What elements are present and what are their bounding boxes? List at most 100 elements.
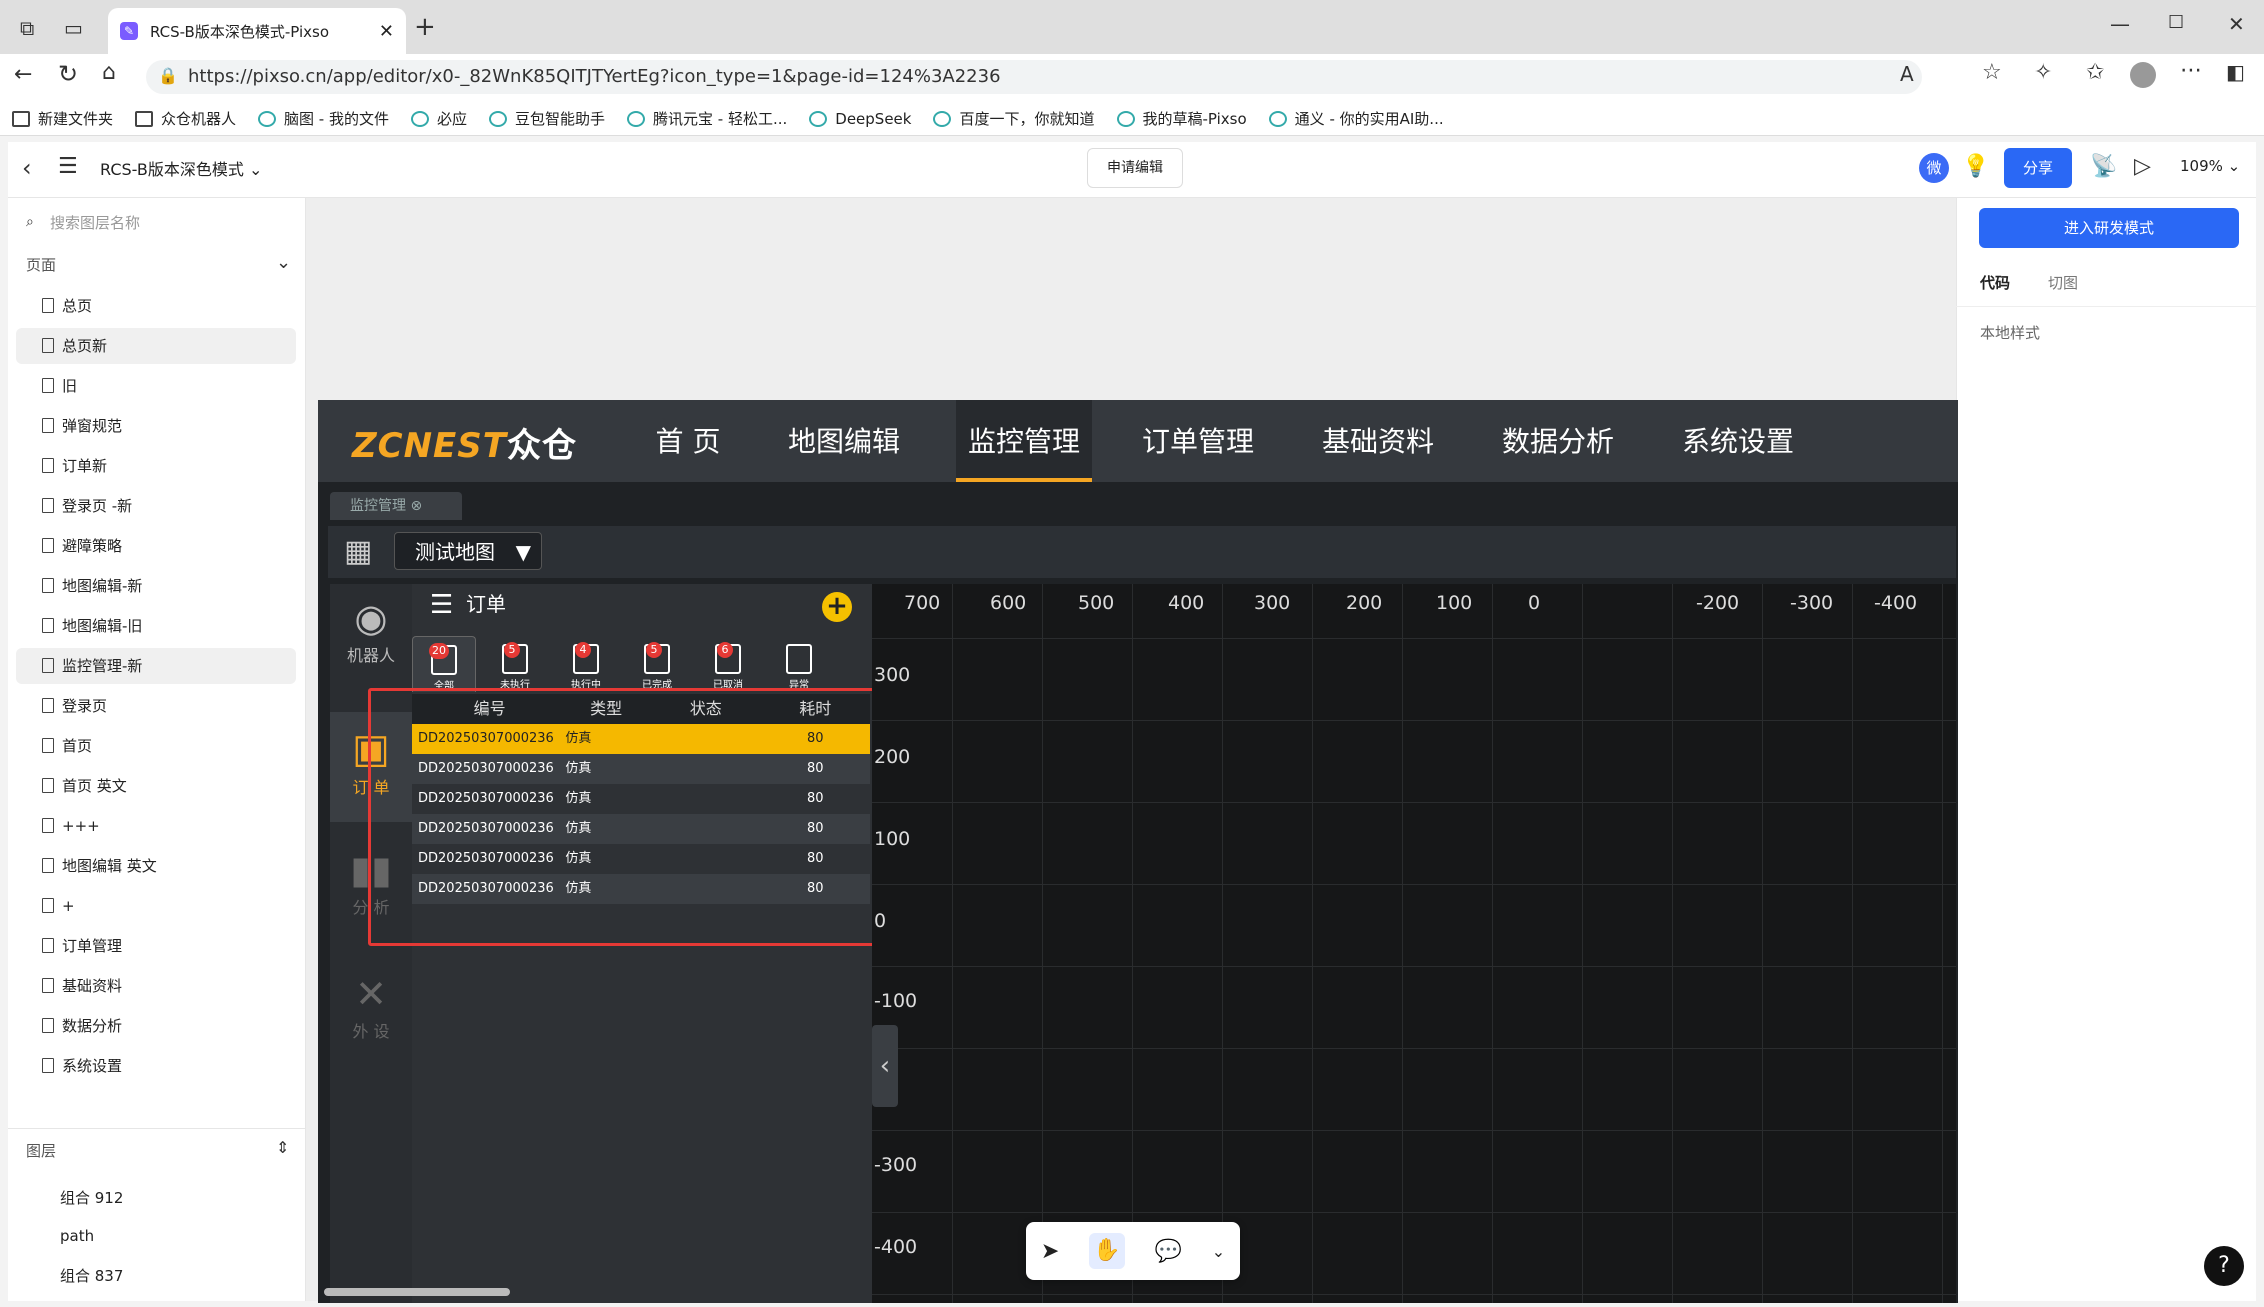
sidebar-toggle-icon[interactable]: ◧: [2226, 60, 2245, 84]
map-select[interactable]: 测试地图 ▼: [394, 532, 542, 570]
x-tick-label: 400: [1168, 592, 1205, 614]
bookmark-item[interactable]: 豆包智能助手: [489, 108, 605, 129]
map-grid[interactable]: 700 600 500 400 300 200 100 0 -200 -300 -400 300 200…: [872, 584, 1956, 1303]
favorite-star-icon[interactable]: ☆: [1982, 60, 2002, 85]
y-tick-label: 0: [874, 910, 887, 932]
reader-icon[interactable]: A: [1900, 62, 1914, 86]
monitor-tab[interactable]: 监控管理 ⊗: [330, 492, 462, 520]
order-filter-tab[interactable]: 异常: [767, 636, 831, 692]
page-item[interactable]: 总页新: [16, 328, 296, 364]
layer-item[interactable]: 组合 837: [16, 1258, 296, 1294]
chevron-down-icon[interactable]: ⌄: [276, 252, 291, 273]
bulb-icon[interactable]: 💡: [1962, 154, 1989, 179]
page-item[interactable]: 弹窗规范: [16, 408, 296, 444]
page-item[interactable]: 地图编辑-新: [16, 568, 296, 604]
bookmark-item[interactable]: 通义 - 你的实用AI助...: [1268, 108, 1444, 129]
comment-icon[interactable]: 💬: [1155, 1239, 1182, 1264]
bookmark-item[interactable]: DeepSeek: [809, 110, 911, 128]
order-filter-tab[interactable]: 5 已完成: [625, 636, 689, 692]
bookmark-item[interactable]: 必应: [410, 108, 467, 129]
chevron-down-icon[interactable]: ⌄: [1212, 1242, 1225, 1261]
layer-item[interactable]: 组合 912: [16, 1180, 296, 1216]
nav-item[interactable]: 地图编辑: [782, 400, 906, 482]
favorites-icon[interactable]: ✩: [2086, 60, 2104, 85]
collapse-panel-button[interactable]: ‹: [872, 1025, 898, 1107]
bookmark-item[interactable]: 脑图 - 我的文件: [258, 108, 389, 129]
extensions-icon[interactable]: ✧: [2034, 60, 2052, 85]
profile-avatar[interactable]: [2130, 62, 2156, 88]
page-item[interactable]: 地图编辑-旧: [16, 608, 296, 644]
file-name-dropdown[interactable]: RCS-B版本深色模式 ⌄: [100, 156, 262, 180]
page-item[interactable]: 数据分析: [16, 1008, 296, 1044]
maximize-icon[interactable]: ☐: [2168, 12, 2184, 33]
dev-mode-button[interactable]: 进入研发模式: [1979, 208, 2239, 248]
page-item[interactable]: 订单管理: [16, 928, 296, 964]
bookmark-item[interactable]: 众仓机器人: [135, 108, 236, 129]
page-item[interactable]: 基础资料: [16, 968, 296, 1004]
back-arrow-icon[interactable]: ‹: [22, 154, 32, 182]
nav-item[interactable]: 监控管理: [956, 400, 1092, 482]
close-circle-icon[interactable]: ⊗: [410, 498, 422, 514]
pointer-icon[interactable]: ➤: [1041, 1239, 1059, 1264]
address-bar[interactable]: https://pixso.cn/app/editor/x0-_82WnK85Q…: [146, 60, 1922, 94]
page-item[interactable]: 首页 英文: [16, 768, 296, 804]
page-item[interactable]: 避障策略: [16, 528, 296, 564]
order-filter-tab[interactable]: 5 未执行: [483, 636, 547, 692]
help-button[interactable]: ?: [2204, 1246, 2244, 1286]
page-item[interactable]: 地图编辑 英文: [16, 848, 296, 884]
page-item[interactable]: 登录页 -新: [16, 488, 296, 524]
order-filter-tab[interactable]: 20 全部: [412, 636, 476, 692]
more-menu-icon[interactable]: ⋯: [2180, 58, 2202, 83]
new-tab-icon[interactable]: +: [414, 12, 436, 42]
minimize-icon[interactable]: —: [2110, 12, 2130, 36]
order-filter-tab[interactable]: 6 已取消: [696, 636, 760, 692]
page-item[interactable]: 旧: [16, 368, 296, 404]
page-item[interactable]: 首页: [16, 728, 296, 764]
bookmark-item[interactable]: 腾讯元宝 - 轻松工...: [627, 108, 787, 129]
nav-item[interactable]: 系统设置: [1676, 400, 1800, 482]
page-item[interactable]: 系统设置: [16, 1048, 296, 1084]
page-item[interactable]: +++: [16, 808, 296, 844]
nav-item[interactable]: 基础资料: [1316, 400, 1440, 482]
user-avatar[interactable]: 微: [1919, 153, 1949, 183]
bookmark-item[interactable]: 百度一下，你就知道: [933, 108, 1095, 129]
nav-item[interactable]: 数据分析: [1496, 400, 1620, 482]
bookmark-item[interactable]: 我的草稿-Pixso: [1116, 108, 1247, 129]
page-item[interactable]: +: [16, 888, 296, 924]
back-icon[interactable]: ←: [14, 62, 32, 87]
browser-tab[interactable]: ✎ RCS-B版本深色模式-Pixso ✕: [108, 8, 406, 54]
add-order-button[interactable]: +: [822, 592, 852, 622]
hand-icon[interactable]: ✋: [1088, 1233, 1125, 1269]
workspaces-icon[interactable]: ⧉: [20, 16, 34, 40]
refresh-icon[interactable]: ↻: [58, 60, 78, 88]
page-item[interactable]: 登录页: [16, 688, 296, 724]
tab-slice[interactable]: 切图: [2048, 272, 2078, 293]
horizontal-scrollbar[interactable]: [324, 1288, 510, 1296]
layer-item[interactable]: path: [16, 1218, 296, 1254]
layer-search-input[interactable]: 搜索图层名称: [22, 208, 292, 238]
tab-actions-icon[interactable]: ▭: [64, 16, 83, 40]
sidebar-item-robot[interactable]: ◉ 机器人: [330, 594, 412, 674]
sidebar-item-device[interactable]: ✕ 外 设: [330, 970, 412, 1050]
nav-item[interactable]: 首 页: [640, 400, 736, 482]
site-info-icon[interactable]: 🔒: [158, 66, 178, 85]
menu-icon[interactable]: ☰: [58, 154, 78, 179]
tab-code[interactable]: 代码: [1980, 272, 2010, 293]
collapse-all-icon[interactable]: ⇕: [276, 1138, 289, 1157]
play-icon[interactable]: ▷: [2134, 154, 2151, 179]
nav-item[interactable]: 订单管理: [1136, 400, 1260, 482]
share-button[interactable]: 分享: [2004, 148, 2072, 188]
broadcast-icon[interactable]: 📡: [2090, 154, 2117, 179]
bookmark-item[interactable]: 新建文件夹: [12, 108, 113, 129]
page-item[interactable]: 监控管理-新: [16, 648, 296, 684]
close-tab-icon[interactable]: ✕: [379, 21, 394, 42]
home-icon[interactable]: ⌂: [102, 60, 116, 85]
zoom-dropdown[interactable]: 109% ⌄: [2180, 157, 2240, 175]
close-window-icon[interactable]: ✕: [2228, 12, 2245, 36]
order-filter-tab[interactable]: 4 执行中: [554, 636, 618, 692]
page-item[interactable]: 订单新: [16, 448, 296, 484]
order-title: 订单: [466, 592, 506, 616]
page-icon: [42, 978, 54, 993]
request-edit-button[interactable]: 申请编辑: [1087, 148, 1183, 188]
page-item[interactable]: 总页: [16, 288, 296, 324]
